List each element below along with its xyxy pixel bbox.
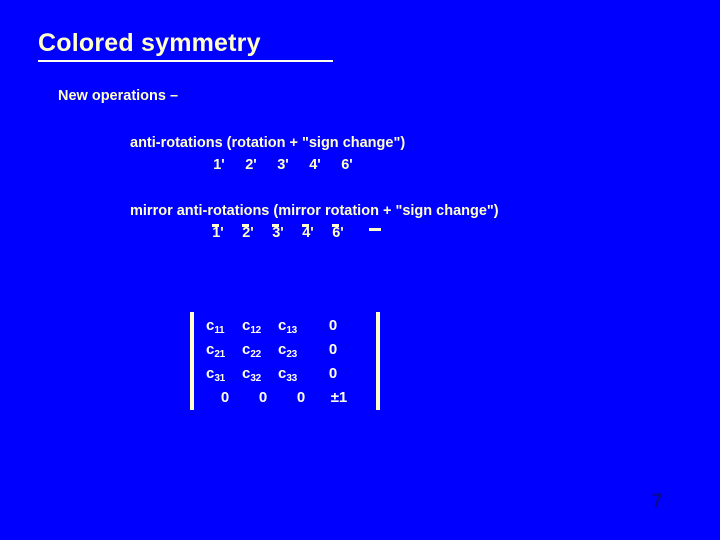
matrix-cell: c22 <box>242 340 261 360</box>
slide-canvas: Colored symmetry New operations – anti-r… <box>0 0 720 540</box>
new-operations-label: New operations – <box>58 88 179 104</box>
matrix-cell: c31 <box>206 364 225 384</box>
overbar-icon <box>242 224 249 227</box>
transformation-matrix: c11 c12 c13 0 c21 c22 c23 0 c31 c32 c33 … <box>190 312 380 410</box>
matrix-cell: c11 <box>206 316 225 336</box>
anti-rotation-symbol-row: 1' 2' 3' 4' 6' <box>203 157 363 173</box>
symbol-text: 6' <box>332 225 344 241</box>
anti-rotation-symbol: 6' <box>341 157 353 173</box>
matrix-cell: 0 <box>258 388 268 406</box>
mirror-anti-rotation-symbol: 2' <box>233 224 263 241</box>
page-title: Colored symmetry <box>38 29 261 57</box>
matrix-cell: c23 <box>278 340 297 360</box>
mirror-anti-rotation-symbol: 1' <box>203 224 233 241</box>
symbol-text: 1' <box>212 225 224 241</box>
title-underline <box>38 60 333 62</box>
matrix-cell: 0 <box>328 340 338 358</box>
mirror-anti-rotation-symbol: 6' <box>323 224 353 241</box>
anti-rotations-heading: anti-rotations (rotation + "sign change"… <box>130 135 406 151</box>
matrix-right-bracket <box>376 312 380 410</box>
stray-overbar-icon <box>369 228 381 231</box>
overbar-icon <box>332 224 339 227</box>
anti-rotation-symbol: 2' <box>245 157 257 173</box>
matrix-cell: ±1 <box>330 388 348 406</box>
mirror-anti-rotation-symbol: 4' <box>293 224 323 241</box>
matrix-cell: 0 <box>328 316 338 334</box>
anti-rotation-symbol: 4' <box>309 157 321 173</box>
symbol-text: 4' <box>302 225 314 241</box>
matrix-cell: c13 <box>278 316 297 336</box>
matrix-cell: c21 <box>206 340 225 360</box>
anti-rotation-symbol: 3' <box>277 157 289 173</box>
matrix-cell: c32 <box>242 364 261 384</box>
mirror-anti-rotation-symbol: 3' <box>263 224 293 241</box>
matrix-cell: c12 <box>242 316 261 336</box>
matrix-cell: c33 <box>278 364 297 384</box>
overbar-icon <box>302 224 309 227</box>
overbar-icon <box>272 224 279 227</box>
page-number: 7 <box>652 491 663 512</box>
anti-rotation-symbol: 1' <box>213 157 225 173</box>
mirror-anti-rotation-symbol-row: 1' 2' 3' 4' 6' <box>203 224 353 241</box>
matrix-cell: 0 <box>328 364 338 382</box>
matrix-body: c11 c12 c13 0 c21 c22 c23 0 c31 c32 c33 … <box>194 312 370 410</box>
matrix-cell: 0 <box>296 388 306 406</box>
mirror-anti-rotations-heading: mirror anti-rotations (mirror rotation +… <box>130 203 499 219</box>
matrix-row: c31 c32 c33 0 <box>206 361 358 385</box>
matrix-cell: 0 <box>220 388 230 406</box>
title-block: Colored symmetry <box>38 28 333 62</box>
matrix-row: 0 0 0 ±1 <box>206 385 358 409</box>
overbar-icon <box>212 224 219 227</box>
matrix-row: c21 c22 c23 0 <box>206 337 358 361</box>
matrix-row: c11 c12 c13 0 <box>206 313 358 337</box>
symbol-text: 3' <box>272 225 284 241</box>
symbol-text: 2' <box>242 225 254 241</box>
